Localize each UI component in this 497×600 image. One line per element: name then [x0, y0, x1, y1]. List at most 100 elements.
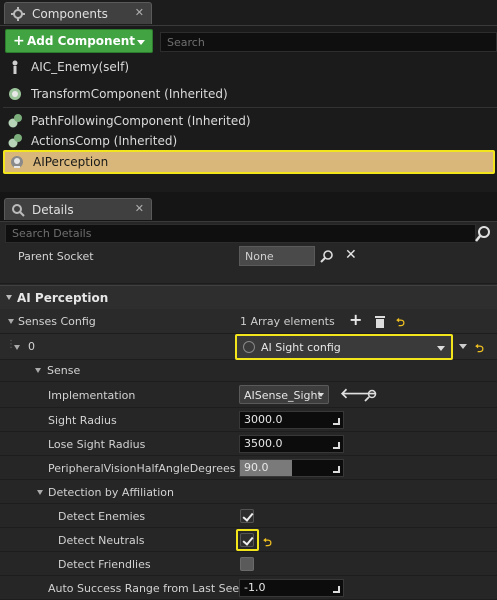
component-item-label: TransformComponent (Inherited)	[31, 87, 228, 101]
expand-arrow-icon[interactable]	[8, 319, 14, 324]
reset-arrow-icon[interactable]: ⮌	[475, 340, 484, 359]
row-implementation: Implementation AISense_Sight 🡐	[0, 382, 497, 408]
parent-socket-field[interactable]: None	[239, 246, 315, 266]
element-options-chevron-icon[interactable]	[459, 344, 467, 349]
component-item-pathfollowing[interactable]: PathFollowingComponent (Inherited)	[3, 110, 497, 132]
drag-grip-icon	[333, 442, 340, 449]
sense-group-label: Sense	[47, 364, 81, 377]
auto-success-range-label: Auto Success Range from Last Seen	[48, 582, 247, 595]
implementation-value: AISense_Sight	[244, 389, 322, 402]
parent-socket-label: Parent Socket	[18, 250, 94, 263]
transform-component-icon	[9, 88, 21, 100]
category-title: AI Perception	[17, 291, 109, 305]
row-auto-success-range: Auto Success Range from Last Seen -1.0	[0, 576, 497, 600]
component-self-label: AIC_Enemy(self)	[31, 60, 130, 74]
parent-socket-value: None	[245, 250, 274, 263]
details-tab-strip: Details ✕	[0, 196, 497, 222]
reset-arrow-icon[interactable]: ⮌	[263, 534, 272, 553]
drag-grip-icon	[333, 466, 340, 473]
row-lose-sight-radius: Lose Sight Radius 3500.0	[0, 432, 497, 456]
detect-neutrals-checkbox[interactable]	[240, 533, 254, 547]
auto-success-range-input[interactable]: -1.0	[239, 579, 344, 597]
sight-config-dropdown[interactable]: AI Sight config	[235, 334, 453, 360]
sight-radius-input[interactable]: 3000.0	[239, 411, 344, 429]
senses-config-value: 1 Array elements	[240, 315, 335, 328]
sight-radius-label: Sight Radius	[48, 414, 117, 427]
peripheral-angle-value: 90.0	[244, 461, 269, 474]
component-item-aiperception[interactable]: AIPerception	[3, 150, 495, 174]
sight-radius-value: 3000.0	[244, 413, 283, 426]
detect-friendlies-label: Detect Friendlies	[58, 558, 151, 571]
row-sight-radius: Sight Radius 3000.0	[0, 408, 497, 432]
chevron-down-icon	[137, 40, 145, 45]
object-circle-icon	[243, 341, 255, 353]
detect-enemies-label: Detect Enemies	[58, 510, 146, 523]
affiliation-group-label: Detection by Affiliation	[48, 486, 175, 499]
component-gear-icon	[8, 114, 22, 128]
row-detect-enemies: Detect Enemies	[0, 504, 497, 528]
lose-sight-radius-label: Lose Sight Radius	[48, 438, 146, 451]
component-item-transform[interactable]: TransformComponent (Inherited)	[3, 83, 497, 105]
sight-config-value: AI Sight config	[261, 341, 341, 354]
senses-config-label: Senses Config	[18, 315, 96, 328]
peripheral-angle-label: PeripheralVisionHalfAngleDegrees	[48, 462, 236, 475]
row-affiliation-group[interactable]: Detection by Affiliation	[0, 480, 497, 504]
tab-details-label: Details	[32, 203, 74, 217]
row-peripheral-angle: PeripheralVisionHalfAngleDegrees 90.0	[0, 456, 497, 480]
clear-icon[interactable]: ✕	[345, 247, 357, 263]
chevron-down-icon	[437, 346, 445, 351]
component-item-label: AIPerception	[33, 155, 109, 169]
components-icon	[11, 7, 25, 21]
detect-enemies-checkbox[interactable]	[240, 509, 254, 523]
implementation-label: Implementation	[48, 389, 136, 402]
add-element-icon[interactable]: +	[349, 310, 362, 329]
component-item-actionscomp[interactable]: ActionsComp (Inherited)	[3, 130, 497, 152]
details-magnifier-icon	[12, 204, 25, 217]
drag-grip-icon	[333, 418, 340, 425]
browse-icon[interactable]	[364, 389, 377, 402]
add-component-button[interactable]: + Add Component	[5, 29, 153, 53]
component-item-label: PathFollowingComponent (Inherited)	[31, 114, 251, 128]
actor-self-icon	[12, 60, 18, 74]
row-senses-config: Senses Config 1 Array elements + ⮌	[0, 309, 497, 334]
peripheral-angle-slider[interactable]: 90.0	[239, 459, 344, 477]
category-ai-perception[interactable]: AI Perception	[0, 285, 497, 309]
expand-arrow-icon	[35, 368, 41, 373]
plus-icon: +	[13, 33, 25, 49]
close-tab-icon[interactable]: ✕	[135, 202, 144, 215]
component-self[interactable]: AIC_Enemy(self)	[3, 56, 497, 78]
row-parent-socket: Parent Socket None ✕	[0, 244, 497, 284]
detect-friendlies-checkbox[interactable]	[240, 557, 254, 571]
detect-neutrals-label: Detect Neutrals	[58, 534, 145, 547]
row-detect-friendlies: Detect Friendlies	[0, 552, 497, 576]
trash-icon[interactable]	[374, 315, 386, 328]
expand-arrow-icon	[37, 490, 43, 495]
search-icon[interactable]	[474, 225, 492, 243]
row-sense-group[interactable]: Sense	[0, 360, 497, 382]
components-tab-strip: Components ✕	[0, 0, 497, 26]
add-component-label: Add Component	[27, 34, 135, 48]
implementation-dropdown[interactable]: AISense_Sight	[239, 385, 329, 404]
row-array-element-0: ⋮ 0 AI Sight config ⮌	[0, 334, 497, 360]
lose-sight-radius-value: 3500.0	[244, 437, 283, 450]
tab-components-label: Components	[32, 7, 108, 21]
expand-arrow-icon[interactable]	[14, 345, 20, 350]
tab-components[interactable]: Components ✕	[4, 2, 152, 24]
array-index-label: 0	[28, 340, 35, 353]
expand-arrow-icon	[6, 295, 12, 300]
reset-arrow-icon[interactable]: ⮌	[396, 314, 405, 333]
row-detect-neutrals: Detect Neutrals ⮌	[0, 528, 497, 552]
lose-sight-radius-input[interactable]: 3500.0	[239, 435, 344, 453]
auto-success-range-value: -1.0	[244, 581, 266, 594]
chevron-down-icon	[318, 393, 324, 397]
components-search-input[interactable]	[160, 32, 497, 52]
drag-grip-icon	[333, 586, 340, 593]
tab-details[interactable]: Details ✕	[4, 198, 152, 220]
details-search-input[interactable]	[5, 224, 476, 243]
divider	[3, 107, 497, 108]
perception-component-icon	[11, 156, 23, 168]
browse-icon[interactable]	[320, 249, 334, 263]
component-item-label: ActionsComp (Inherited)	[31, 134, 178, 148]
component-gear-icon	[8, 134, 22, 148]
close-tab-icon[interactable]: ✕	[135, 6, 144, 19]
